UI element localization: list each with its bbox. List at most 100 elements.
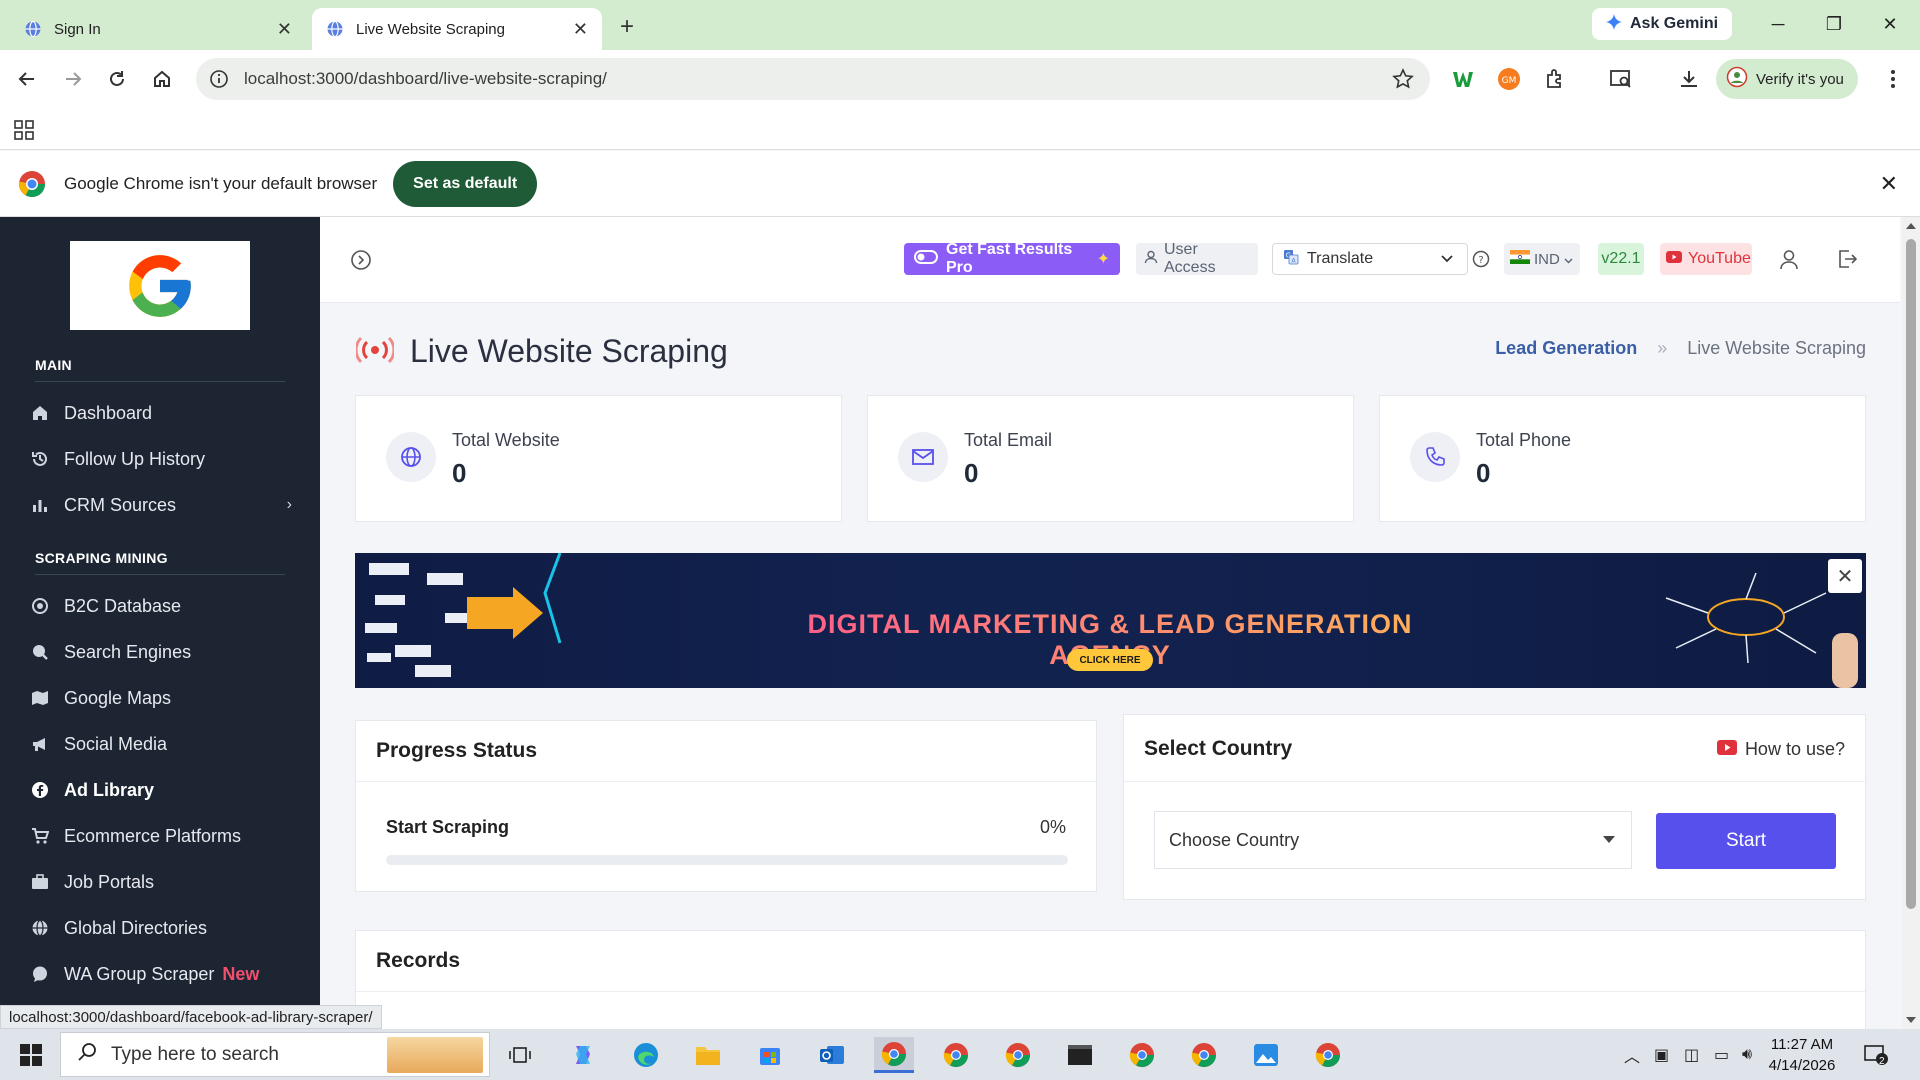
tab-live-website-scraping[interactable]: Live Website Scraping ✕	[312, 8, 602, 50]
stat-label: Total Phone	[1476, 430, 1572, 450]
sidebar-item-label: CRM Sources	[64, 494, 177, 515]
menu-kebab-icon[interactable]	[1880, 66, 1906, 92]
close-icon[interactable]: ✕	[573, 19, 588, 40]
sidebar-item-dashboard[interactable]: Dashboard	[30, 393, 292, 433]
default-browser-infobar: Google Chrome isn't your default browser…	[0, 151, 1920, 217]
youtube-button[interactable]: YouTube	[1660, 243, 1752, 275]
restore-icon[interactable]: ❐	[1814, 10, 1854, 38]
close-icon[interactable]: ✕	[1828, 559, 1862, 593]
sidebar-item-ad-library[interactable]: Ad Library	[30, 770, 292, 810]
tab-sign-in[interactable]: Sign In ✕	[10, 8, 306, 50]
sidebar-item-global-directories[interactable]: Global Directories	[30, 908, 292, 948]
apps-grid-icon[interactable]	[14, 120, 34, 145]
taskbar-clock[interactable]: 11:27 AM 4/14/2026	[1762, 1034, 1842, 1076]
outlook-icon[interactable]	[812, 1037, 852, 1073]
sidebar-item-search-engines[interactable]: Search Engines	[30, 632, 292, 672]
page-scrollbar[interactable]	[1902, 217, 1920, 1029]
google-logo[interactable]	[70, 241, 250, 330]
task-view-icon[interactable]	[500, 1037, 540, 1073]
user-access-button[interactable]: User Access	[1136, 241, 1258, 276]
gm-extension-icon[interactable]: GM	[1496, 66, 1522, 92]
extensions-puzzle-icon[interactable]	[1542, 66, 1568, 92]
sidebar-item-social-media[interactable]: Social Media	[30, 724, 292, 764]
mail-icon	[898, 432, 948, 482]
new-tab-button[interactable]: +	[612, 12, 642, 42]
select-country-title: Select Country	[1144, 737, 1293, 760]
chrome-taskbar-icon[interactable]	[936, 1037, 976, 1073]
gemini-icon	[1606, 13, 1622, 35]
home-icon[interactable]	[147, 64, 177, 94]
microsoft-store-icon[interactable]	[750, 1037, 790, 1073]
get-fast-results-pro-button[interactable]: Get Fast Results Pro ✦	[904, 241, 1120, 276]
profile-icon[interactable]	[1778, 243, 1800, 275]
close-window-icon[interactable]: ✕	[1870, 10, 1910, 38]
forward-icon[interactable]	[58, 64, 88, 94]
close-icon[interactable]: ✕	[1880, 171, 1898, 197]
scroll-down-icon[interactable]	[1906, 1017, 1916, 1023]
browser-toolbar: localhost:3000/dashboard/live-website-sc…	[0, 50, 1920, 108]
how-to-use-label: How to use?	[1744, 739, 1845, 759]
scroll-up-icon[interactable]	[1906, 223, 1916, 229]
reload-icon[interactable]	[102, 64, 132, 94]
sidebar-item-google-maps[interactable]: Google Maps	[30, 678, 292, 718]
lead-arrows-illustration	[365, 553, 562, 677]
tray-chevron-up-icon[interactable]: ︿	[1624, 1029, 1640, 1080]
sidebar-item-label: Social Media	[64, 733, 168, 754]
clock-time: 11:27 AM	[1770, 1036, 1834, 1053]
notifications-icon[interactable]: 2	[1864, 1029, 1888, 1080]
start-button[interactable]: Start	[1656, 813, 1836, 869]
url-text: localhost:3000/dashboard/live-website-sc…	[244, 69, 607, 88]
status-bar-url: localhost:3000/dashboard/facebook-ad-lib…	[0, 1005, 382, 1029]
tray-network-icon[interactable]: ▭	[1714, 1029, 1729, 1080]
choose-country-select[interactable]: Choose Country	[1154, 811, 1632, 869]
sidebar-item-crm-sources[interactable]: CRM Sources ›	[30, 485, 292, 525]
sidebar-item-follow-up-history[interactable]: Follow Up History	[30, 439, 292, 479]
sidebar-item-job-portals[interactable]: Job Portals	[30, 862, 292, 902]
tray-device-icon[interactable]: ▣	[1654, 1029, 1669, 1080]
edge-icon[interactable]	[626, 1037, 666, 1073]
photos-icon[interactable]	[1246, 1037, 1286, 1073]
sparkle-icon: ✦	[1096, 251, 1110, 268]
translate-select[interactable]: GA Translate	[1272, 243, 1468, 275]
chrome-taskbar-icon-active[interactable]	[874, 1037, 914, 1073]
sidebar-item-wa-group-scraper[interactable]: WA Group Scraper New	[30, 954, 292, 994]
scrollbar-thumb[interactable]	[1906, 239, 1916, 909]
sidebar-item-ecommerce-platforms[interactable]: Ecommerce Platforms	[30, 816, 292, 856]
promo-banner[interactable]: DIGITAL MARKETING & LEAD GENERATION AGEN…	[355, 553, 1866, 688]
banner-click-here-button[interactable]: CLICK HERE	[1067, 649, 1153, 671]
tab-search-icon[interactable]	[1608, 66, 1634, 92]
site-info-icon[interactable]	[208, 68, 230, 90]
tray-volume-icon[interactable]: 🔊︎	[1742, 1029, 1752, 1080]
chrome-taskbar-icon[interactable]	[1122, 1037, 1162, 1073]
bookmark-star-icon[interactable]	[1392, 68, 1414, 95]
back-icon[interactable]	[12, 64, 42, 94]
verify-profile-button[interactable]: Verify it's you	[1716, 59, 1858, 99]
breadcrumb-lead-generation[interactable]: Lead Generation	[1495, 338, 1637, 359]
file-explorer-icon[interactable]	[688, 1037, 728, 1073]
chrome-taskbar-icon[interactable]	[1308, 1037, 1348, 1073]
taskbar-search-input[interactable]: Type here to search	[60, 1032, 490, 1077]
close-icon[interactable]: ✕	[277, 19, 292, 40]
breadcrumb: Lead Generation » Live Website Scraping	[1495, 338, 1866, 359]
copilot-icon[interactable]	[563, 1037, 603, 1073]
minimize-icon[interactable]: ─	[1758, 10, 1798, 38]
terminal-icon[interactable]	[1060, 1037, 1100, 1073]
w-extension-icon[interactable]	[1450, 66, 1476, 92]
chrome-taskbar-icon[interactable]	[998, 1037, 1038, 1073]
ask-gemini-button[interactable]: Ask Gemini	[1592, 8, 1733, 40]
chrome-taskbar-icon[interactable]	[1184, 1037, 1224, 1073]
set-as-default-button[interactable]: Set as default	[393, 160, 538, 207]
globe-icon	[326, 20, 344, 38]
help-icon[interactable]: ?	[1472, 243, 1490, 275]
download-icon[interactable]	[1676, 66, 1702, 92]
sidebar-item-b2c-database[interactable]: B2C Database	[30, 586, 292, 626]
phone-icon	[1410, 432, 1460, 482]
tray-camera-icon[interactable]: ◫	[1684, 1029, 1699, 1080]
sidebar-item-label: Job Portals	[64, 871, 155, 892]
how-to-use-link[interactable]: How to use?	[1716, 739, 1845, 760]
country-selector[interactable]: IND	[1504, 243, 1580, 275]
logout-icon[interactable]	[1836, 243, 1858, 275]
collapse-sidebar-icon[interactable]	[350, 249, 372, 276]
address-bar[interactable]: localhost:3000/dashboard/live-website-sc…	[196, 58, 1430, 100]
windows-start-icon[interactable]	[10, 1040, 52, 1070]
